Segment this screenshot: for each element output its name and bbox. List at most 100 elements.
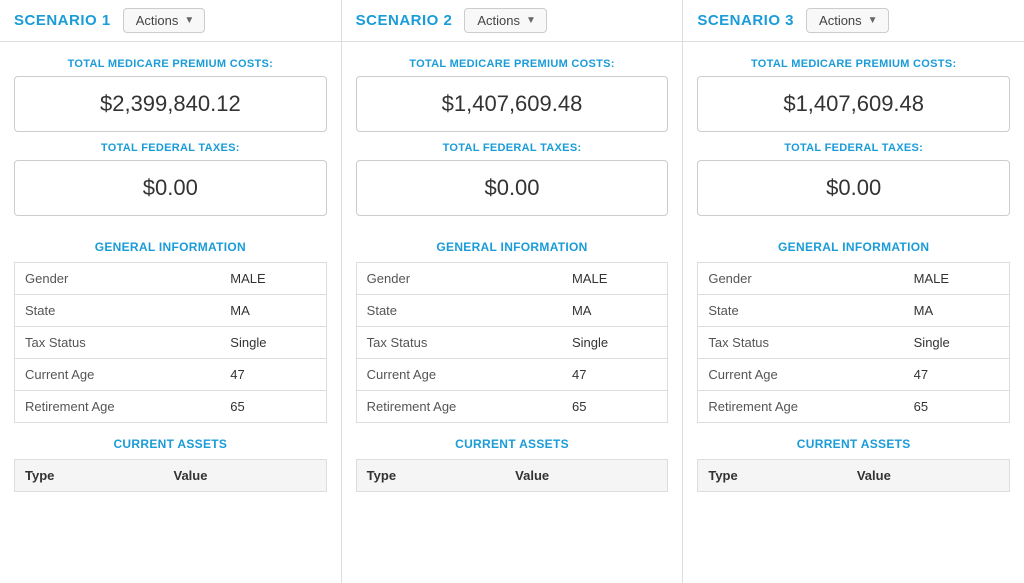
scenario-3-info-label: Gender: [698, 263, 904, 295]
scenario-1-chevron-icon: ▼: [184, 15, 194, 26]
scenario-3-medicare-value: $1,407,609.48: [697, 76, 1010, 132]
scenario-1-info-label: Tax Status: [15, 327, 221, 359]
scenario-3-header: SCENARIO 3 Actions ▼: [683, 0, 1024, 42]
table-row: Current Age47: [356, 359, 668, 391]
scenario-2-info-label: Gender: [356, 263, 562, 295]
table-row: Tax StatusSingle: [698, 327, 1010, 359]
table-row: GenderMALE: [356, 263, 668, 295]
scenario-3-info-value: 47: [904, 359, 1010, 391]
scenario-1-federal-label: TOTAL FEDERAL TAXES:: [14, 142, 327, 154]
scenario-3-federal-section: TOTAL FEDERAL TAXES: $0.00: [697, 142, 1010, 216]
table-row: Tax StatusSingle: [356, 327, 668, 359]
scenario-2-info-value: 65: [562, 391, 668, 423]
scenario-3-column: SCENARIO 3 Actions ▼ TOTAL MEDICARE PREMIUM…: [683, 0, 1024, 583]
scenario-3-actions-button[interactable]: Actions ▼: [806, 8, 889, 33]
scenario-2-info-value: 47: [562, 359, 668, 391]
scenario-1-medicare-section: TOTAL MEDICARE PREMIUM COSTS:$2,399,840.…: [14, 58, 327, 132]
scenario-1-info-table: GenderMALEStateMATax StatusSingleCurrent…: [14, 262, 327, 423]
scenario-1-column: SCENARIO 1 Actions ▼ TOTAL MEDICARE PREMIUM…: [0, 0, 342, 583]
scenario-2-federal-label: TOTAL FEDERAL TAXES:: [356, 142, 669, 154]
scenario-1-actions-label: Actions: [136, 13, 179, 28]
scenario-1-general-info-title: GENERAL INFORMATION: [14, 226, 327, 262]
page-container: SCENARIO 1 Actions ▼ TOTAL MEDICARE PREMIUM…: [0, 0, 1024, 583]
scenario-3-federal-value: $0.00: [697, 160, 1010, 216]
scenario-3-federal-label: TOTAL FEDERAL TAXES:: [697, 142, 1010, 154]
table-row: TypeValue: [356, 460, 668, 492]
table-row: StateMA: [356, 295, 668, 327]
scenario-1-assets-title: CURRENT ASSETS: [14, 423, 327, 459]
scenario-1-info-label: Retirement Age: [15, 391, 221, 423]
table-row: Current Age47: [15, 359, 327, 391]
table-row: Retirement Age65: [15, 391, 327, 423]
scenario-2-chevron-icon: ▼: [526, 15, 536, 26]
scenario-1-assets-col-header: Value: [163, 460, 326, 492]
scenario-3-assets-col-header: Value: [847, 460, 1010, 492]
scenario-2-actions-label: Actions: [477, 13, 520, 28]
scenario-3-chevron-icon: ▼: [868, 15, 878, 26]
scenario-1-medicare-value: $2,399,840.12: [14, 76, 327, 132]
scenario-1-assets-table: TypeValue: [14, 459, 327, 492]
scenario-1-info-label: State: [15, 295, 221, 327]
scenario-3-info-table: GenderMALEStateMATax StatusSingleCurrent…: [697, 262, 1010, 423]
scenario-2-medicare-label: TOTAL MEDICARE PREMIUM COSTS:: [356, 58, 669, 70]
scenario-1-info-label: Gender: [15, 263, 221, 295]
scenario-2-header: SCENARIO 2 Actions ▼: [342, 0, 683, 42]
table-row: StateMA: [698, 295, 1010, 327]
scenario-3-info-value: Single: [904, 327, 1010, 359]
scenario-3-info-label: Current Age: [698, 359, 904, 391]
table-row: Tax StatusSingle: [15, 327, 327, 359]
scenario-2-body: TOTAL MEDICARE PREMIUM COSTS: $1,407,609.…: [342, 42, 683, 492]
scenario-3-title: SCENARIO 3: [697, 12, 794, 29]
scenario-1-info-value: MA: [220, 295, 326, 327]
scenario-2-info-label: State: [356, 295, 562, 327]
scenario-2-info-label: Retirement Age: [356, 391, 562, 423]
scenario-3-assets-title: CURRENT ASSETS: [697, 423, 1010, 459]
scenario-2-assets-col-header: Type: [356, 460, 505, 492]
scenario-1-federal-section: TOTAL FEDERAL TAXES: $0.00: [14, 142, 327, 216]
scenario-1-assets-col-header: Type: [15, 460, 164, 492]
scenario-2-info-table: GenderMALEStateMATax StatusSingleCurrent…: [356, 262, 669, 423]
scenario-3-info-value: 65: [904, 391, 1010, 423]
scenario-3-assets-col-header: Type: [698, 460, 847, 492]
table-row: TypeValue: [698, 460, 1010, 492]
scenario-3-actions-label: Actions: [819, 13, 862, 28]
scenario-1-info-value: 47: [220, 359, 326, 391]
scenario-3-general-info-title: GENERAL INFORMATION: [697, 226, 1010, 262]
scenario-1-body: TOTAL MEDICARE PREMIUM COSTS:$2,399,840.…: [0, 42, 341, 492]
table-row: Current Age47: [698, 359, 1010, 391]
table-row: Retirement Age65: [698, 391, 1010, 423]
scenario-1-federal-value: $0.00: [14, 160, 327, 216]
table-row: StateMA: [15, 295, 327, 327]
scenario-3-medicare-label: TOTAL MEDICARE PREMIUM COSTS:: [697, 58, 1010, 70]
scenario-2-info-value: MA: [562, 295, 668, 327]
scenario-3-assets-table: TypeValue: [697, 459, 1010, 492]
scenario-1-info-value: MALE: [220, 263, 326, 295]
scenario-2-info-label: Current Age: [356, 359, 562, 391]
scenario-1-title: SCENARIO 1: [14, 12, 111, 29]
table-row: GenderMALE: [698, 263, 1010, 295]
scenario-2-assets-col-header: Value: [505, 460, 668, 492]
scenario-3-info-value: MA: [904, 295, 1010, 327]
scenario-2-federal-section: TOTAL FEDERAL TAXES: $0.00: [356, 142, 669, 216]
table-row: GenderMALE: [15, 263, 327, 295]
scenario-1-actions-button[interactable]: Actions ▼: [123, 8, 206, 33]
scenario-2-medicare-value: $1,407,609.48: [356, 76, 669, 132]
scenario-2-actions-button[interactable]: Actions ▼: [464, 8, 547, 33]
scenario-2-assets-table: TypeValue: [356, 459, 669, 492]
scenario-2-info-label: Tax Status: [356, 327, 562, 359]
table-row: Retirement Age65: [356, 391, 668, 423]
table-row: TypeValue: [15, 460, 327, 492]
scenario-2-medicare-section: TOTAL MEDICARE PREMIUM COSTS: $1,407,609.…: [356, 58, 669, 132]
scenario-1-info-label: Current Age: [15, 359, 221, 391]
scenario-2-general-info-title: GENERAL INFORMATION: [356, 226, 669, 262]
scenario-2-info-value: MALE: [562, 263, 668, 295]
scenario-1-info-value: Single: [220, 327, 326, 359]
scenario-3-medicare-section: TOTAL MEDICARE PREMIUM COSTS: $1,407,609.…: [697, 58, 1010, 132]
scenario-2-info-value: Single: [562, 327, 668, 359]
scenario-2-federal-value: $0.00: [356, 160, 669, 216]
scenario-3-info-label: Tax Status: [698, 327, 904, 359]
scenario-3-info-value: MALE: [904, 263, 1010, 295]
scenario-2-title: SCENARIO 2: [356, 12, 453, 29]
scenario-1-info-value: 65: [220, 391, 326, 423]
scenario-3-info-label: State: [698, 295, 904, 327]
